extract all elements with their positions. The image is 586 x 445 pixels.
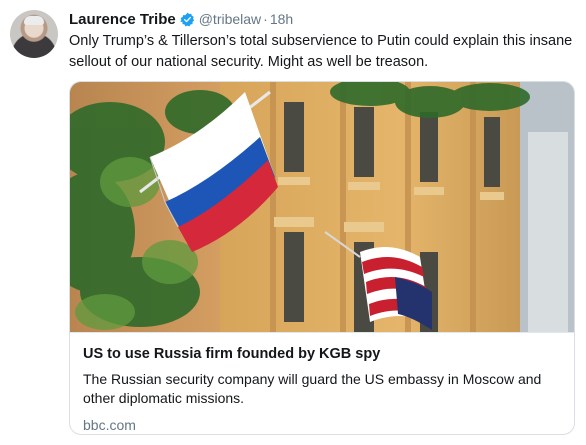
author-name[interactable]: Laurence Tribe: [69, 11, 176, 28]
tweet[interactable]: Laurence Tribe @tribelaw · 18h Only Trum…: [0, 0, 586, 445]
tweet-timestamp[interactable]: 18h: [270, 11, 293, 27]
verified-badge-icon: [180, 12, 194, 26]
card-title[interactable]: US to use Russia firm founded by KGB spy: [83, 345, 561, 364]
author-handle[interactable]: @tribelaw: [199, 11, 261, 27]
avatar[interactable]: [10, 10, 58, 58]
card-domain: bbc.com: [83, 417, 136, 433]
tweet-header: Laurence Tribe @tribelaw · 18h: [69, 9, 293, 29]
card-image[interactable]: [70, 82, 574, 332]
card-description: The Russian security company will guard …: [83, 371, 542, 406]
link-card[interactable]: US to use Russia firm founded by KGB spy…: [69, 81, 575, 435]
card-meta[interactable]: US to use Russia firm founded by KGB spy…: [70, 332, 574, 434]
separator-dot: ·: [263, 11, 268, 27]
tweet-text: Only Trump’s & Tillerson’s total subserv…: [69, 33, 573, 70]
